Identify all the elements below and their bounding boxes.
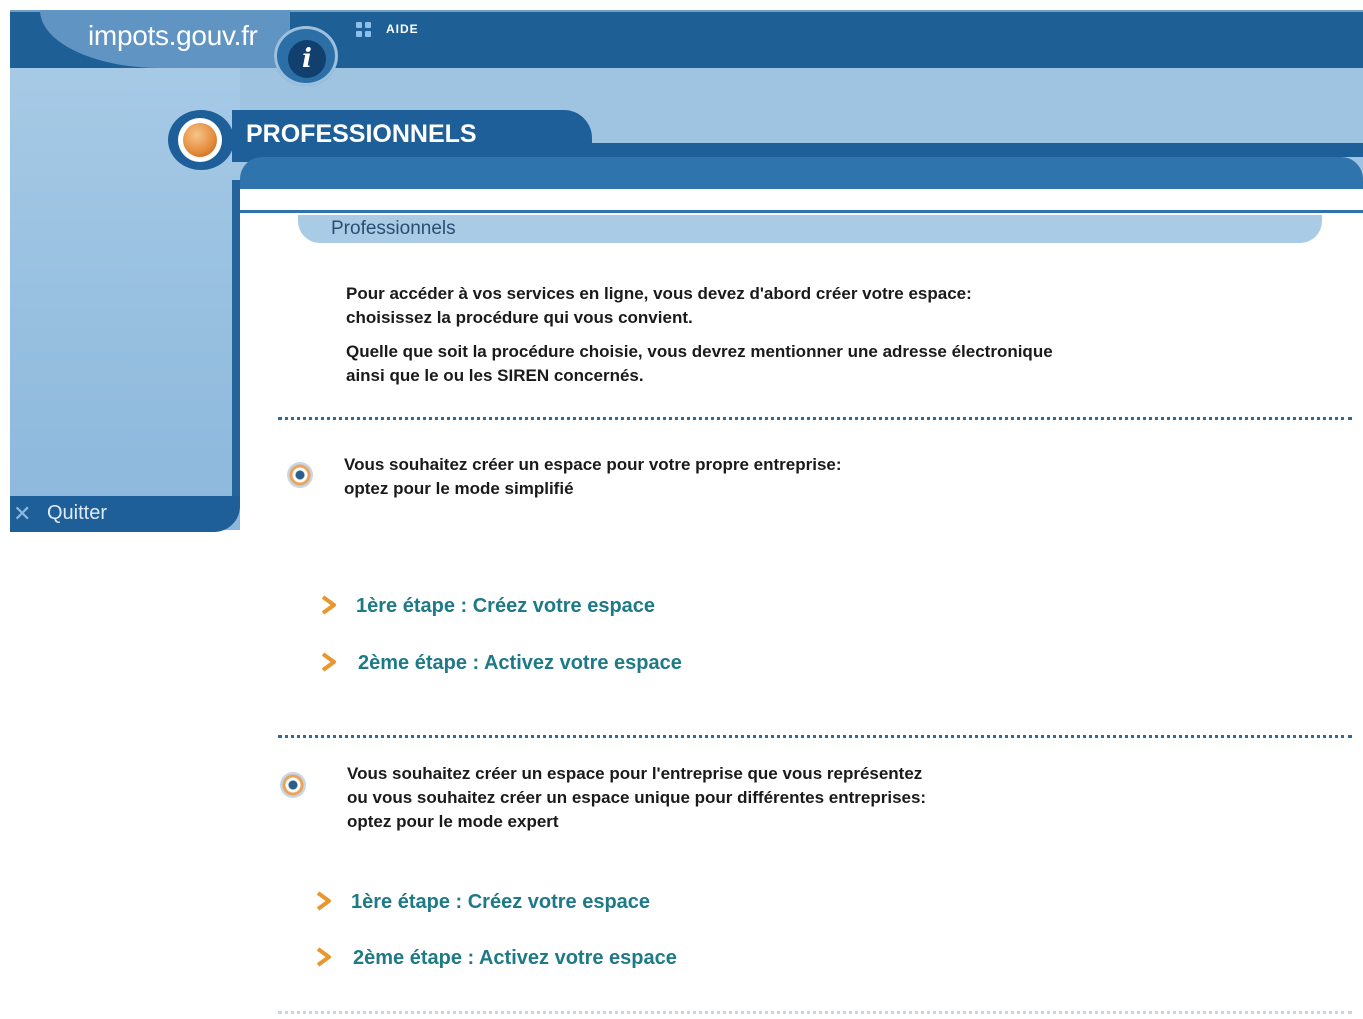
step1-create-link[interactable]: 1ère étape : Créez votre espace <box>356 595 655 618</box>
section-line: Vous souhaitez créer un espace pour votr… <box>344 455 842 474</box>
section-line: ou vous souhaitez créer un espace unique… <box>347 788 927 807</box>
quit-bar[interactable] <box>10 496 240 532</box>
orange-dot-icon <box>183 123 217 157</box>
intro-note: Quelle que soit la procédure choisie, vo… <box>346 340 1053 388</box>
section-line: Vous souhaitez créer un espace pour l'en… <box>347 764 923 783</box>
quit-x-icon[interactable]: ✕ <box>13 502 37 526</box>
sub-header-band <box>240 157 1363 189</box>
intro-text: Pour accéder à vos services en ligne, vo… <box>346 282 972 330</box>
aide-link[interactable]: AIDE <box>386 22 419 36</box>
dotted-divider <box>278 735 1352 738</box>
intro-line: Pour accéder à vos services en ligne, vo… <box>346 284 972 303</box>
sub-header-gap <box>240 189 1363 210</box>
quit-link[interactable]: Quitter <box>47 502 107 525</box>
section-line: optez pour le mode expert <box>347 812 559 831</box>
site-logo[interactable]: impots.gouv.fr <box>88 20 258 52</box>
step1-create-link[interactable]: 1ère étape : Créez votre espace <box>351 891 650 914</box>
chevron-right-icon <box>321 652 336 672</box>
step2-activate-link[interactable]: 2ème étape : Activez votre espace <box>358 652 682 675</box>
section-line: optez pour le mode simplifié <box>344 479 574 498</box>
globe-bullet-icon <box>287 462 313 488</box>
section-tab-strip <box>560 143 1363 157</box>
section-title: PROFESSIONNELS <box>246 120 477 148</box>
intro-line: ainsi que le ou les SIREN concernés. <box>346 366 644 385</box>
chevron-right-icon <box>321 595 336 615</box>
intro-line: choisissez la procédure qui vous convien… <box>346 308 693 327</box>
dotted-divider <box>278 1011 1352 1014</box>
dotted-divider <box>278 417 1352 420</box>
section-description: Vous souhaitez créer un espace pour l'en… <box>347 762 926 834</box>
globe-bullet-icon <box>280 772 306 798</box>
step2-activate-link[interactable]: 2ème étape : Activez votre espace <box>353 947 677 970</box>
intro-line: Quelle que soit la procédure choisie, vo… <box>346 342 1053 361</box>
section-description: Vous souhaitez créer un espace pour votr… <box>344 453 842 501</box>
panel-title: Professionnels <box>331 218 456 239</box>
chevron-right-icon <box>316 891 331 911</box>
aide-grid-icon[interactable] <box>356 22 374 40</box>
info-i-icon[interactable]: i <box>288 40 326 78</box>
chevron-right-icon <box>316 947 331 967</box>
